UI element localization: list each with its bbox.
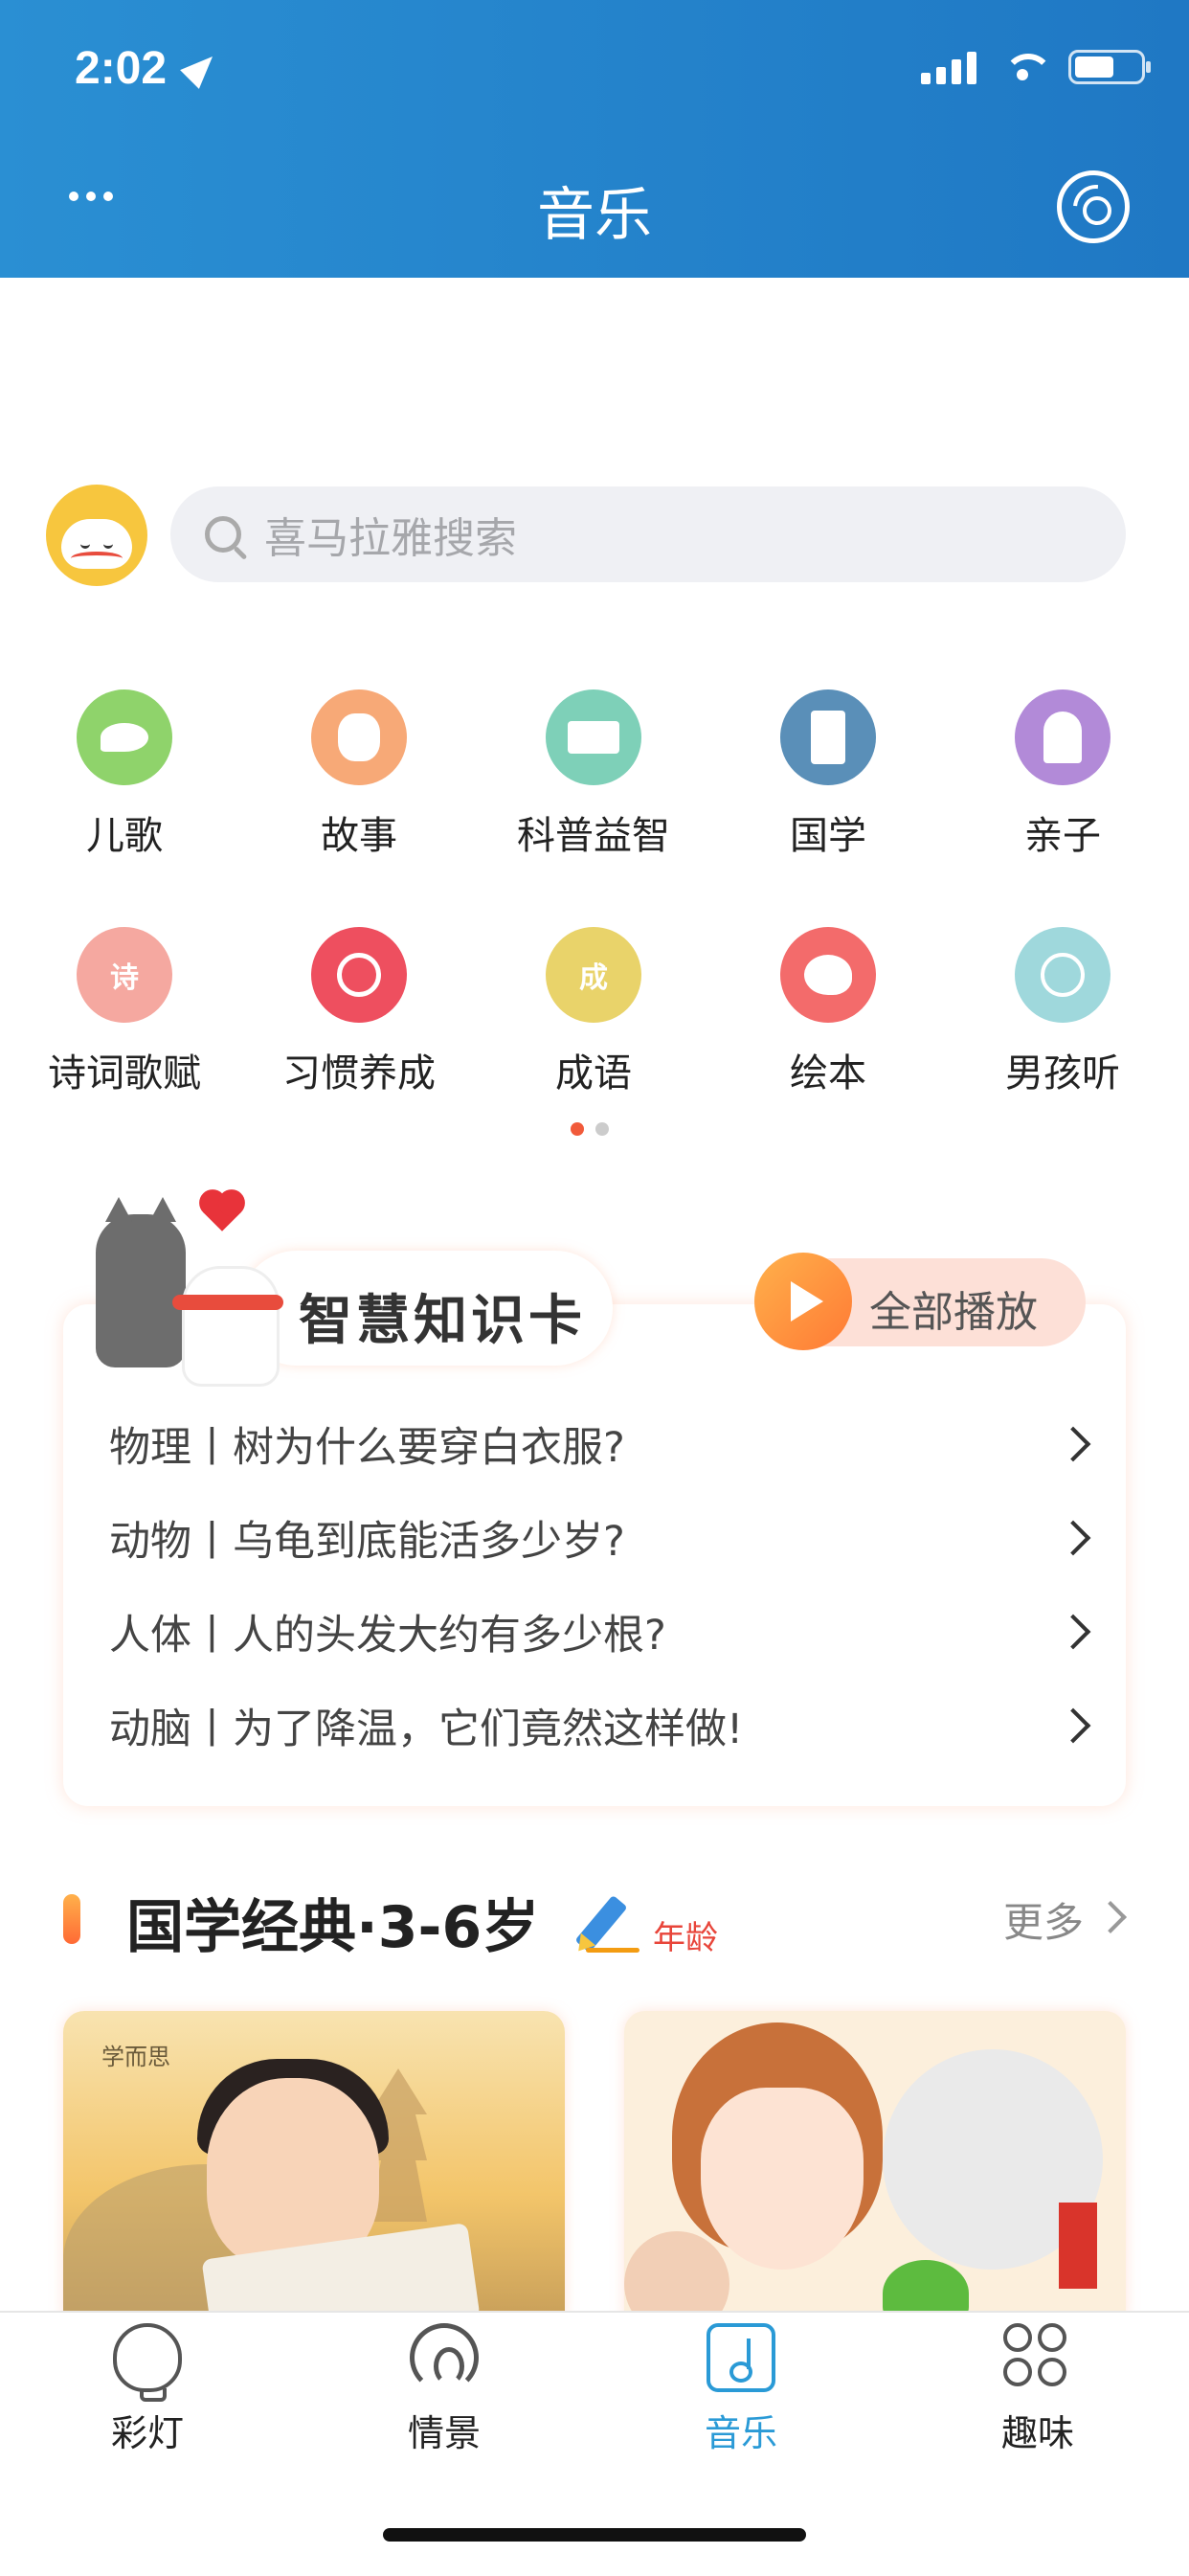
- age-filter-label[interactable]: 年龄: [653, 1911, 718, 1958]
- category-chengyu[interactable]: 成 成语: [479, 927, 708, 1097]
- knowledge-item[interactable]: 动脑丨为了降温，它们竟然这样做!: [109, 1697, 1091, 1754]
- tab-label: 趣味: [1000, 2412, 1074, 2454]
- card-title: 智慧知识卡: [299, 1290, 586, 1352]
- wifi-icon: [999, 50, 1053, 84]
- status-indicators: [921, 50, 1151, 84]
- category-label: 国学: [790, 814, 866, 858]
- tab-quwei[interactable]: 趣味: [952, 2323, 1124, 2456]
- category-huiben[interactable]: 绘本: [713, 927, 943, 1097]
- chevron-right-icon[interactable]: [1094, 1901, 1127, 1933]
- tab-yinyue[interactable]: 音乐: [655, 2323, 827, 2456]
- section-title: 国学经典·3-6岁: [126, 1894, 540, 1961]
- chevron-right-icon: [1055, 1707, 1091, 1744]
- family-icon: [1015, 689, 1110, 785]
- book-icon: [546, 689, 641, 785]
- music-note-icon: [707, 2323, 775, 2392]
- category-qinzi[interactable]: 亲子: [948, 689, 1178, 860]
- knowledge-item[interactable]: 物理丨树为什么要穿白衣服?: [109, 1415, 1091, 1473]
- category-label: 习惯养成: [282, 1051, 436, 1096]
- alarm-clock-icon: [311, 927, 407, 1023]
- tab-label: 彩灯: [110, 2412, 184, 2454]
- avatar[interactable]: [46, 485, 147, 586]
- disc-icon[interactable]: [1057, 170, 1130, 243]
- search-bar[interactable]: 喜马拉雅搜索: [170, 486, 1126, 582]
- knowledge-item[interactable]: 人体丨人的头发大约有多少根?: [109, 1603, 1091, 1661]
- home-indicator: [383, 2528, 806, 2542]
- category-label: 故事: [321, 814, 397, 858]
- knowledge-item[interactable]: 动物丨乌龟到底能活多少岁?: [109, 1509, 1091, 1567]
- category-label: 男孩听: [1005, 1051, 1120, 1096]
- knowledge-item-text: 物理丨树为什么要穿白衣服?: [109, 1424, 625, 1472]
- chevron-right-icon: [1055, 1426, 1091, 1462]
- status-time: 2:02: [75, 43, 168, 94]
- category-label: 亲子: [1024, 814, 1101, 858]
- knowledge-item-text: 动物丨乌龟到底能活多少岁?: [109, 1518, 625, 1566]
- palette-icon: [780, 927, 876, 1023]
- more-link[interactable]: 更多: [1003, 1890, 1084, 1949]
- tab-caideng[interactable]: 彩灯: [61, 2323, 234, 2456]
- category-label: 科普益智: [517, 814, 670, 858]
- poem-icon: 诗: [77, 927, 172, 1023]
- heart-icon: [203, 1193, 241, 1232]
- play-all-label[interactable]: 全部播放: [869, 1277, 1038, 1339]
- bird-icon: [77, 689, 172, 785]
- category-xiguan[interactable]: 习惯养成: [244, 927, 474, 1097]
- category-shici[interactable]: 诗 诗词歌赋: [10, 927, 239, 1097]
- play-icon[interactable]: [754, 1253, 852, 1350]
- search-icon: [205, 516, 241, 553]
- category-guoxue[interactable]: 国学: [713, 689, 943, 860]
- knowledge-item-text: 人体丨人的头发大约有多少根?: [109, 1612, 666, 1660]
- nav-bar: 2:02 音乐: [0, 0, 1189, 278]
- knowledge-item-text: 动脑丨为了降温，它们竟然这样做!: [109, 1706, 744, 1753]
- location-arrow-icon: [180, 47, 222, 89]
- bear-icon: [311, 689, 407, 785]
- category-erge[interactable]: 儿歌: [10, 689, 239, 860]
- section-accent-bar: [63, 1894, 80, 1944]
- category-label: 诗词歌赋: [48, 1051, 201, 1096]
- category-nanhaiting[interactable]: 男孩听: [948, 927, 1178, 1097]
- bulb-icon: [113, 2323, 182, 2402]
- search-input[interactable]: 喜马拉雅搜索: [264, 504, 517, 565]
- category-label: 成语: [555, 1051, 632, 1096]
- tab-qingjing[interactable]: 情景: [358, 2323, 530, 2456]
- page-indicator: [571, 1122, 609, 1136]
- category-gushi[interactable]: 故事: [244, 689, 474, 860]
- page-title: 音乐: [537, 182, 652, 249]
- pencil-icon[interactable]: [574, 1894, 628, 1954]
- boy-icon: [1015, 927, 1110, 1023]
- tab-label: 情景: [407, 2412, 481, 2454]
- grid-icon: [1003, 2323, 1072, 2392]
- battery-icon: [1068, 50, 1151, 84]
- ear-icon: [410, 2323, 479, 2392]
- tab-label: 音乐: [704, 2412, 777, 2454]
- chevron-right-icon: [1055, 1614, 1091, 1650]
- category-label: 儿歌: [86, 814, 163, 858]
- cat-mascots-illustration: [77, 1193, 287, 1387]
- idiom-icon: 成: [546, 927, 641, 1023]
- brand-logo: 学而思: [101, 2044, 170, 2070]
- signal-icon: [921, 50, 976, 84]
- album-thumbnail[interactable]: 学而思: [63, 2011, 565, 2317]
- album-thumbnail[interactable]: [624, 2011, 1126, 2317]
- category-label: 绘本: [790, 1051, 866, 1096]
- category-kepu[interactable]: 科普益智: [479, 689, 708, 860]
- chevron-right-icon: [1055, 1520, 1091, 1556]
- scroll-icon: [780, 689, 876, 785]
